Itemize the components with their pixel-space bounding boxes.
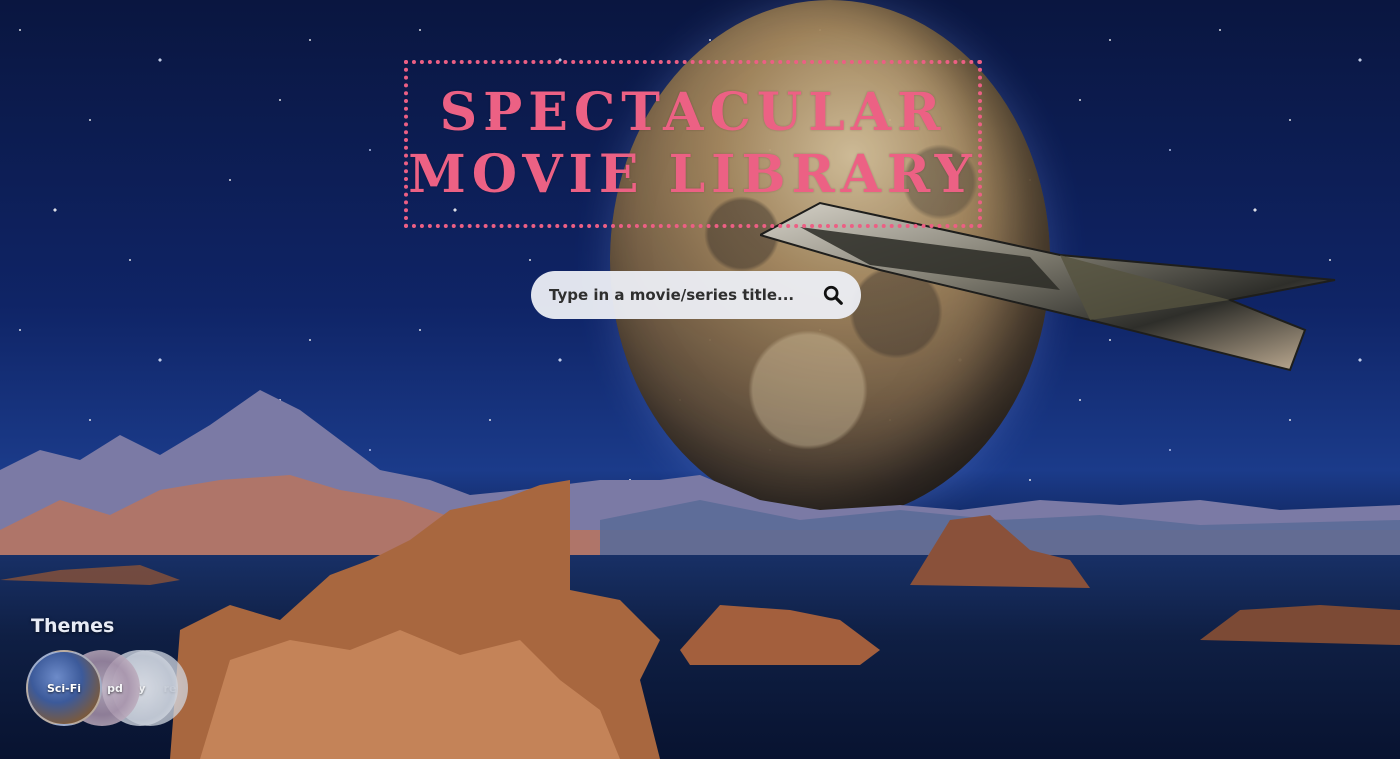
site-title-box: Spectacular Movie Library (404, 60, 982, 228)
search-input[interactable] (547, 285, 819, 305)
theme-item-label: Sci-Fi (46, 681, 82, 695)
site-title-line-1: Spectacular (439, 82, 947, 143)
page: Spectacular Movie Library Themes re y pd… (0, 0, 1400, 759)
site-title-line-2: Movie Library (408, 144, 978, 205)
rocks-image (0, 480, 1400, 759)
search-button[interactable] (819, 281, 847, 309)
search-bar (531, 271, 861, 319)
theme-item-label: pd (107, 681, 123, 695)
themes-list: re y pd Sci-Fi (26, 650, 196, 728)
search-icon (823, 285, 843, 305)
theme-item-sci-fi[interactable]: Sci-Fi (26, 650, 102, 726)
themes-heading: Themes (31, 615, 115, 637)
